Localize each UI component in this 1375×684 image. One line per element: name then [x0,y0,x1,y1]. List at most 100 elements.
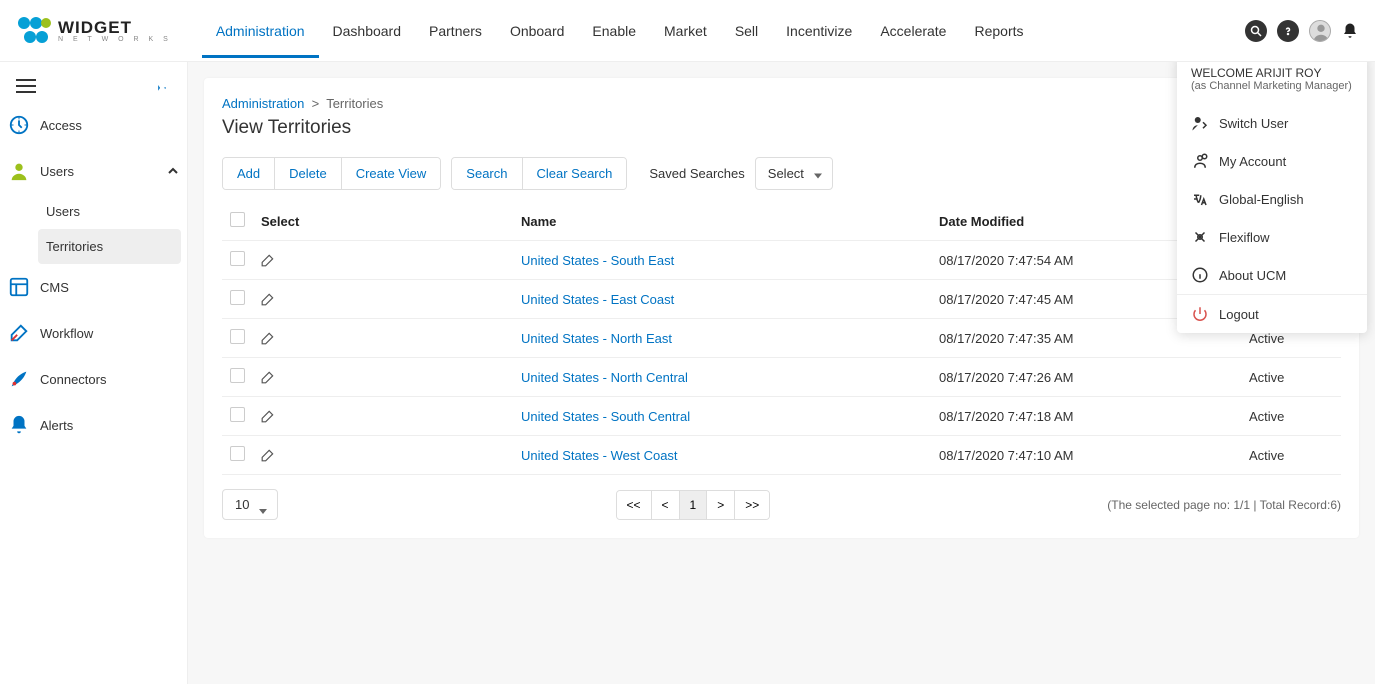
user-avatar[interactable] [1309,20,1331,42]
welcome-text: WELCOME ARIJIT ROY [1191,66,1353,80]
sidebar-label: Connectors [40,372,106,387]
pager-prev[interactable]: < [652,491,680,519]
date-cell: 08/17/2020 7:47:26 AM [931,358,1241,397]
search-button[interactable]: Search [452,158,522,189]
edit-icon[interactable] [261,331,505,345]
nav-reports[interactable]: Reports [960,4,1037,58]
territory-link[interactable]: United States - West Coast [521,448,678,463]
edit-icon[interactable] [261,253,505,267]
pin-icon[interactable] [151,78,171,94]
delete-button[interactable]: Delete [275,158,342,189]
user-menu-about-ucm[interactable]: About UCM [1177,256,1367,294]
sidebar-sub-users[interactable]: Users [38,194,181,229]
row-checkbox[interactable] [230,446,245,461]
sidebar-item-workflow[interactable]: Workflow [0,310,187,356]
sidebar-label: Users [40,164,74,179]
pager-first[interactable]: << [617,491,652,519]
edit-icon[interactable] [261,448,505,462]
page-size-select[interactable]: 10 [222,489,278,520]
pager-last[interactable]: >> [735,491,769,519]
page-title: View Territories [222,117,1341,139]
menu-item-icon [1191,190,1209,208]
chevron-down-icon [814,166,822,181]
row-checkbox[interactable] [230,368,245,383]
content-area: Administration > Territories View Territ… [188,62,1375,684]
sidebar-sub-territories[interactable]: Territories [38,229,181,264]
select-all-checkbox[interactable] [230,212,245,227]
add-button[interactable]: Add [223,158,275,189]
territory-link[interactable]: United States - East Coast [521,292,674,307]
nav-accelerate[interactable]: Accelerate [866,4,960,58]
edit-icon[interactable] [261,409,505,423]
table-row: United States - South East08/17/2020 7:4… [222,241,1341,280]
user-menu-my-account[interactable]: My Account [1177,142,1367,180]
nav-dashboard[interactable]: Dashboard [319,4,416,58]
col-select: Select [253,202,513,241]
row-checkbox[interactable] [230,407,245,422]
status-cell: Active [1241,436,1341,475]
help-button[interactable] [1277,20,1299,42]
edit-icon[interactable] [261,370,505,384]
sidebar-icon [8,160,30,182]
menu-item-label: Logout [1219,307,1259,322]
top-header: WIDGET N E T W O R K S AdministrationDas… [0,0,1375,62]
territory-link[interactable]: United States - North East [521,331,672,346]
brand-name: WIDGET [58,19,172,36]
territory-link[interactable]: United States - South East [521,253,674,268]
pager-next[interactable]: > [707,491,735,519]
sidebar-item-access[interactable]: Access [0,102,187,148]
top-nav: AdministrationDashboardPartnersOnboardEn… [202,4,1038,58]
notification-icon[interactable] [1341,21,1359,41]
clear-search-button[interactable]: Clear Search [523,158,627,189]
territory-link[interactable]: United States - North Central [521,370,688,385]
nav-market[interactable]: Market [650,4,721,58]
table-row: United States - East Coast08/17/2020 7:4… [222,280,1341,319]
create-view-button[interactable]: Create View [342,158,441,189]
sidebar-item-cms[interactable]: CMS [0,264,187,310]
saved-searches-select[interactable]: Select [755,157,833,190]
row-checkbox[interactable] [230,251,245,266]
saved-searches-label: Saved Searches [649,166,744,181]
sidebar-item-connectors[interactable]: Connectors [0,356,187,402]
user-menu-header: WELCOME ARIJIT ROY (as Channel Marketing… [1177,62,1367,104]
logo-icon [16,15,54,47]
sidebar-label: Access [40,118,82,133]
user-menu-switch-user[interactable]: Switch User [1177,104,1367,142]
breadcrumb-root[interactable]: Administration [222,96,304,111]
nav-partners[interactable]: Partners [415,4,496,58]
nav-sell[interactable]: Sell [721,4,772,58]
nav-onboard[interactable]: Onboard [496,4,578,58]
sidebar-toggle-icon[interactable] [16,78,36,94]
pagination-row: 10 << < 1 > >> (The selected page no: 1/… [222,489,1341,520]
date-cell: 08/17/2020 7:47:18 AM [931,397,1241,436]
user-menu-logout[interactable]: Logout [1177,294,1367,333]
pager-current[interactable]: 1 [680,491,708,519]
table-row: United States - North Central 08/17/2020 … [222,358,1341,397]
table-row: United States - South Central 08/17/2020 … [222,397,1341,436]
user-menu-dropdown: WELCOME ARIJIT ROY (as Channel Marketing… [1177,62,1367,333]
date-cell: 08/17/2020 7:47:10 AM [931,436,1241,475]
sidebar-label: CMS [40,280,69,295]
user-menu-flexiflow[interactable]: Flexiflow [1177,218,1367,256]
edit-icon[interactable] [261,292,505,306]
toolbar: AddDeleteCreate View SearchClear Search … [222,157,1341,190]
search-button[interactable] [1245,20,1267,42]
sidebar: AccessUsersUsersTerritoriesCMSWorkflowCo… [0,62,188,684]
sidebar-icon [8,414,30,436]
pager-info: (The selected page no: 1/1 | Total Recor… [1107,498,1341,512]
sidebar-item-alerts[interactable]: Alerts [0,402,187,448]
toolbar-group-2: SearchClear Search [451,157,627,190]
menu-item-icon [1191,305,1209,323]
table-row: United States - West Coast 08/17/2020 7:4… [222,436,1341,475]
page-size-value: 10 [235,497,249,512]
territory-link[interactable]: United States - South Central [521,409,690,424]
logo[interactable]: WIDGET N E T W O R K S [16,15,172,47]
sidebar-item-users[interactable]: Users [0,148,187,194]
user-menu-global-english[interactable]: Global-English [1177,180,1367,218]
nav-incentivize[interactable]: Incentivize [772,4,866,58]
row-checkbox[interactable] [230,290,245,305]
breadcrumb-current: Territories [326,96,383,111]
nav-enable[interactable]: Enable [578,4,650,58]
nav-administration[interactable]: Administration [202,4,319,58]
row-checkbox[interactable] [230,329,245,344]
